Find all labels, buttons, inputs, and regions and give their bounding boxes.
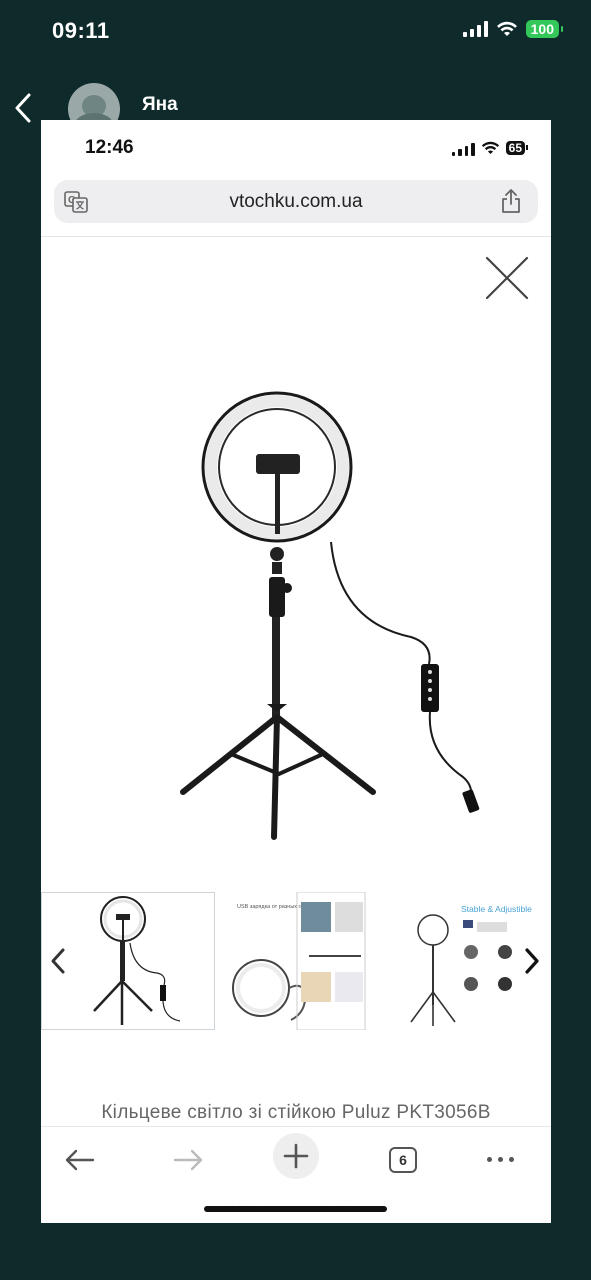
back-chevron-icon[interactable] bbox=[12, 92, 34, 124]
outer-clock: 09:11 bbox=[52, 18, 110, 43]
forward-arrow-icon[interactable] bbox=[165, 1137, 211, 1183]
tabs-button[interactable]: 6 bbox=[389, 1147, 417, 1173]
gallery-prev-arrow-icon[interactable] bbox=[47, 946, 69, 976]
battery-indicator: 100 bbox=[525, 20, 564, 38]
new-tab-button[interactable] bbox=[273, 1133, 319, 1179]
thumbnail-3-caption: Stable & Adjustible bbox=[461, 904, 532, 914]
cellular-signal-icon bbox=[451, 140, 475, 156]
divider bbox=[41, 236, 551, 237]
contact-name[interactable]: Яна bbox=[142, 94, 178, 116]
shared-screenshot-image[interactable]: 12:46 65 G vtochku.com.ua USB зарядка от… bbox=[41, 120, 551, 1223]
thumbnail-2[interactable]: USB зарядка от разных гаджетов bbox=[221, 891, 395, 1031]
cellular-signal-icon bbox=[462, 21, 488, 37]
wifi-icon bbox=[481, 141, 499, 155]
address-bar[interactable]: G vtochku.com.ua bbox=[54, 180, 538, 223]
home-indicator[interactable] bbox=[204, 1206, 387, 1212]
plus-icon bbox=[283, 1143, 309, 1169]
thumbnail-gallery: USB зарядка от разных гаджетов Stable & … bbox=[41, 891, 551, 1032]
close-icon[interactable] bbox=[483, 254, 531, 302]
product-title[interactable]: Кільцеве світло зі стійкою Puluz PKT3056… bbox=[41, 1102, 551, 1124]
wifi-icon bbox=[496, 21, 517, 36]
back-arrow-icon[interactable] bbox=[57, 1137, 103, 1183]
outer-status-icons: 100 bbox=[462, 20, 564, 38]
outer-status-bar: 09:11 100 bbox=[0, 0, 591, 64]
inner-status-icons: 65 bbox=[451, 140, 529, 156]
inner-status-bar: 12:46 65 bbox=[41, 120, 551, 172]
battery-indicator: 65 bbox=[505, 141, 529, 155]
share-icon[interactable] bbox=[500, 188, 522, 214]
more-options-icon[interactable] bbox=[487, 1157, 514, 1162]
url-text[interactable]: vtochku.com.ua bbox=[54, 191, 538, 213]
product-main-image bbox=[180, 391, 480, 840]
inner-clock: 12:46 bbox=[85, 137, 134, 158]
gallery-next-arrow-icon[interactable] bbox=[521, 946, 543, 976]
